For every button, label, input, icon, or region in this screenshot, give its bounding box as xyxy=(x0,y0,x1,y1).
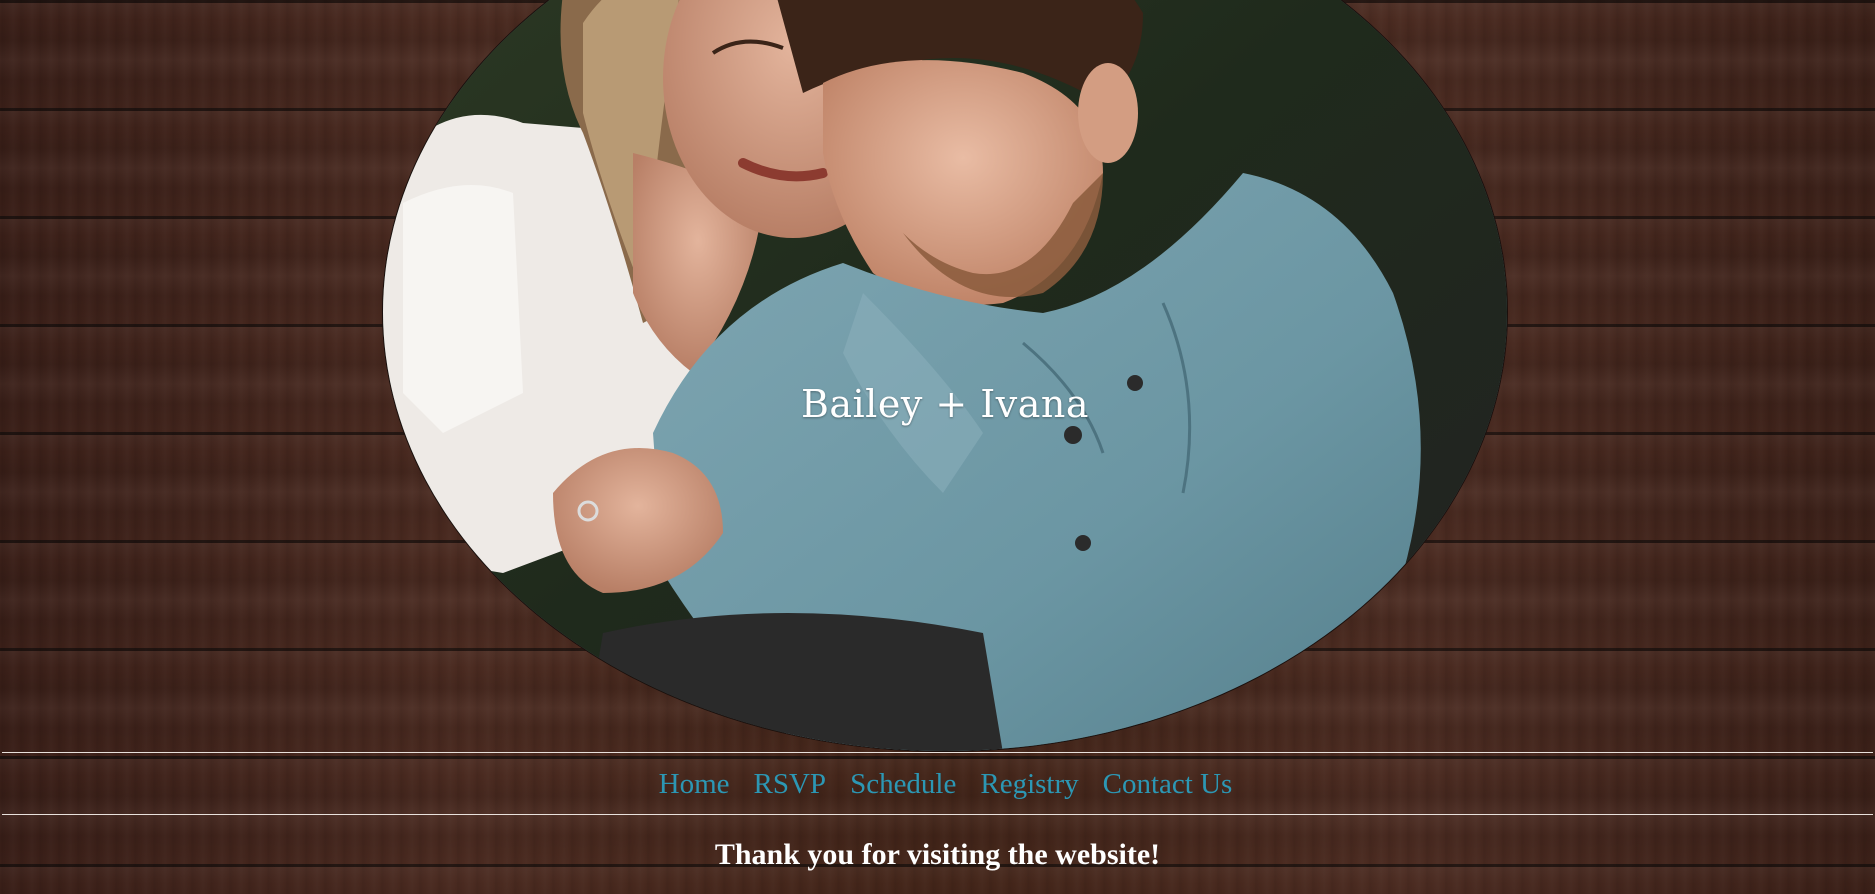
nav-divider-top xyxy=(2,752,1873,753)
main-nav: Home RSVP Schedule Registry Contact Us xyxy=(0,762,1875,806)
nav-link-home[interactable]: Home xyxy=(659,768,730,801)
nav-link-registry[interactable]: Registry xyxy=(980,768,1078,801)
nav-link-rsvp[interactable]: RSVP xyxy=(754,768,827,801)
nav-link-schedule[interactable]: Schedule xyxy=(850,768,956,801)
couple-photo xyxy=(382,0,1508,752)
hero-title: Bailey + Ivana xyxy=(800,382,1090,426)
nav-link-contact-us[interactable]: Contact Us xyxy=(1103,768,1233,801)
nav-divider-bottom xyxy=(2,814,1873,815)
thank-you-message: Thank you for visiting the website! xyxy=(714,838,1161,871)
hero-section: Bailey + Ivana xyxy=(382,0,1508,752)
